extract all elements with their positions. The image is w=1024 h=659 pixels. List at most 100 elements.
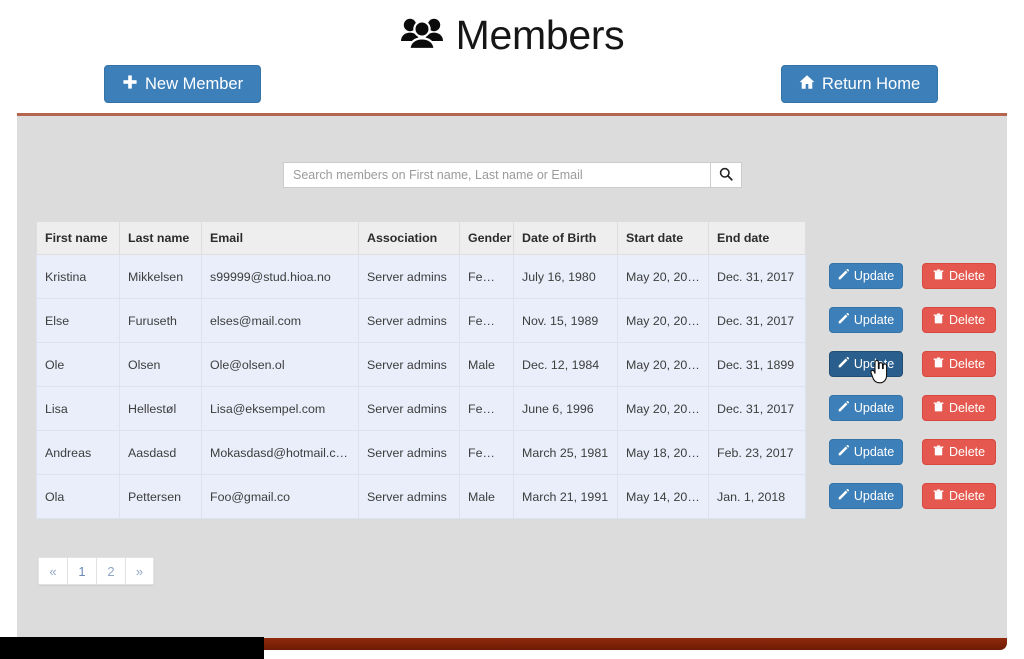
trash-icon	[933, 489, 944, 503]
cell-gender: Male	[459, 342, 514, 387]
pagination: « 1 2 »	[38, 557, 154, 585]
update-label: Update	[853, 269, 895, 283]
cell-email: Mokasdasd@hotmail.com	[201, 430, 359, 475]
cell-dob: March 25, 1981	[513, 430, 618, 475]
cell-last-name: Furuseth	[119, 298, 202, 343]
row-actions-column: Update Delete Update Delete Update Delet…	[829, 254, 1009, 518]
right-margin	[1007, 113, 1024, 659]
cell-email: Ole@olsen.ol	[201, 342, 359, 387]
delete-label: Delete	[948, 489, 986, 503]
delete-button[interactable]: Delete	[922, 351, 996, 377]
table-row: Kristina Mikkelsen s99999@stud.hioa.no S…	[36, 254, 806, 299]
update-button[interactable]: Update	[829, 351, 903, 377]
update-button[interactable]: Update	[829, 263, 903, 289]
table-row: Andreas Aasdasd Mokasdasd@hotmail.com Se…	[36, 430, 806, 475]
delete-button[interactable]: Delete	[922, 439, 996, 465]
cell-association: Server admins	[358, 474, 460, 519]
table-row: Lisa Hellestøl Lisa@eksempel.com Server …	[36, 386, 806, 431]
cell-dob: June 6, 1996	[513, 386, 618, 431]
row-actions: Update Delete	[829, 430, 1009, 474]
column-header-dob[interactable]: Date of Birth	[513, 221, 618, 255]
cell-dob: March 21, 1991	[513, 474, 618, 519]
page-title: Members	[455, 11, 625, 58]
return-home-label: Return Home	[822, 74, 921, 93]
pencil-icon	[838, 357, 849, 371]
update-button[interactable]: Update	[829, 483, 903, 509]
column-header-gender[interactable]: Gender	[459, 221, 514, 255]
update-button[interactable]: Update	[829, 395, 903, 421]
delete-button[interactable]: Delete	[922, 483, 996, 509]
update-label: Update	[853, 489, 895, 503]
cell-end-date: Dec. 31, 2017	[708, 254, 806, 299]
cell-end-date: Dec. 31, 1899	[708, 342, 806, 387]
delete-label: Delete	[948, 313, 986, 327]
row-actions: Update Delete	[829, 342, 1009, 386]
row-actions: Update Delete	[829, 474, 1009, 518]
delete-button[interactable]: Delete	[922, 395, 996, 421]
cell-dob: Dec. 12, 1984	[513, 342, 618, 387]
cell-end-date: Jan. 1, 2018	[708, 474, 806, 519]
delete-button[interactable]: Delete	[922, 307, 996, 333]
search-icon	[719, 167, 733, 184]
update-button[interactable]: Update	[829, 439, 903, 465]
row-actions: Update Delete	[829, 386, 1009, 430]
table-row: Ole Olsen Ole@olsen.ol Server admins Mal…	[36, 342, 806, 387]
content-panel: First name Last name Email Association G…	[17, 113, 1007, 640]
pencil-icon	[838, 269, 849, 283]
cell-first-name: Ole	[36, 342, 120, 387]
cell-first-name: Lisa	[36, 386, 120, 431]
cell-gender: Male	[459, 474, 514, 519]
cell-association: Server admins	[358, 342, 460, 387]
column-header-end-date[interactable]: End date	[708, 221, 806, 255]
column-header-last-name[interactable]: Last name	[119, 221, 202, 255]
pencil-icon	[838, 401, 849, 415]
column-header-start-date[interactable]: Start date	[617, 221, 709, 255]
cell-gender: Female	[459, 254, 514, 299]
cell-last-name: Aasdasd	[119, 430, 202, 475]
new-member-button[interactable]: New Member	[104, 65, 262, 103]
cell-start-date: May 20, 2017	[617, 254, 709, 299]
trash-icon	[933, 445, 944, 459]
cell-end-date: Dec. 31, 2017	[708, 386, 806, 431]
cell-association: Server admins	[358, 254, 460, 299]
column-header-first-name[interactable]: First name	[36, 221, 120, 255]
update-label: Update	[853, 357, 895, 371]
delete-label: Delete	[948, 401, 986, 415]
trash-icon	[933, 313, 944, 327]
column-header-association[interactable]: Association	[358, 221, 460, 255]
row-actions: Update Delete	[829, 298, 1009, 342]
table-row: Ola Pettersen Foo@gmail.co Server admins…	[36, 474, 806, 519]
users-icon	[400, 16, 444, 55]
home-icon	[799, 74, 815, 95]
pagination-next[interactable]: »	[125, 557, 154, 585]
members-table: First name Last name Email Association G…	[36, 221, 806, 519]
plus-icon	[122, 74, 138, 95]
pencil-icon	[838, 489, 849, 503]
return-home-button[interactable]: Return Home	[781, 65, 939, 103]
trash-icon	[933, 269, 944, 283]
pagination-prev[interactable]: «	[38, 557, 67, 585]
cell-first-name: Andreas	[36, 430, 120, 475]
table-row: Else Furuseth elses@mail.com Server admi…	[36, 298, 806, 343]
delete-button[interactable]: Delete	[922, 263, 996, 289]
cell-association: Server admins	[358, 298, 460, 343]
pagination-page-2[interactable]: 2	[96, 557, 125, 585]
cell-email: s99999@stud.hioa.no	[201, 254, 359, 299]
app-root: Members New Member Return Home Search me…	[0, 0, 1024, 659]
cell-last-name: Mikkelsen	[119, 254, 202, 299]
search-button[interactable]	[710, 162, 742, 188]
cell-end-date: Feb. 23, 2017	[708, 430, 806, 475]
column-header-email[interactable]: Email	[201, 221, 359, 255]
trash-icon	[933, 357, 944, 371]
delete-label: Delete	[948, 445, 986, 459]
update-button[interactable]: Update	[829, 307, 903, 333]
pagination-page-1[interactable]: 1	[67, 557, 96, 585]
search-input[interactable]	[283, 162, 710, 188]
members-table-wrapper: First name Last name Email Association G…	[36, 221, 806, 519]
cell-start-date: May 20, 2017	[617, 342, 709, 387]
row-actions: Update Delete	[829, 254, 1009, 298]
cell-dob: July 16, 1980	[513, 254, 618, 299]
cell-gender: Female	[459, 298, 514, 343]
update-label: Update	[853, 313, 895, 327]
cell-start-date: May 18, 2017	[617, 430, 709, 475]
